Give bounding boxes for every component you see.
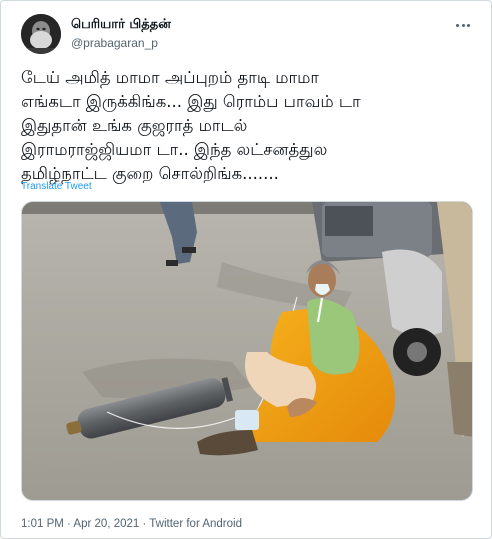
user-handle[interactable]: @prabagaran_p — [71, 34, 171, 52]
tweet-text: டேய் அமித் மாமா அப்புறம் தாடி மாமா எங்கட… — [21, 68, 361, 183]
display-name[interactable]: பெரியார் பித்தன் — [71, 16, 171, 34]
tweet-date[interactable]: Apr 20, 2021 — [73, 518, 139, 530]
tweet-header: பெரியார் பித்தன் @prabagaran_p — [21, 14, 475, 54]
author-names: பெரியார் பித்தன் @prabagaran_p — [71, 16, 171, 52]
tweet-source: Twitter for Android — [149, 518, 242, 530]
tweet-card: பெரியார் பித்தன் @prabagaran_p டேய் அமித… — [0, 0, 492, 539]
translate-tweet-link[interactable]: Translate Tweet — [21, 181, 92, 193]
avatar[interactable] — [21, 14, 61, 54]
tweet-time[interactable]: 1:01 PM — [21, 518, 64, 530]
separator: · — [63, 518, 74, 530]
tweet-photo[interactable] — [21, 201, 473, 501]
separator: · — [139, 518, 150, 530]
photo-woman-with-oxygen-cylinder — [22, 202, 472, 500]
avatar-portrait — [21, 14, 61, 54]
tweet-metadata: 1:01 PM · Apr 20, 2021 · Twitter for And… — [21, 517, 242, 531]
more-icon[interactable] — [451, 18, 475, 32]
